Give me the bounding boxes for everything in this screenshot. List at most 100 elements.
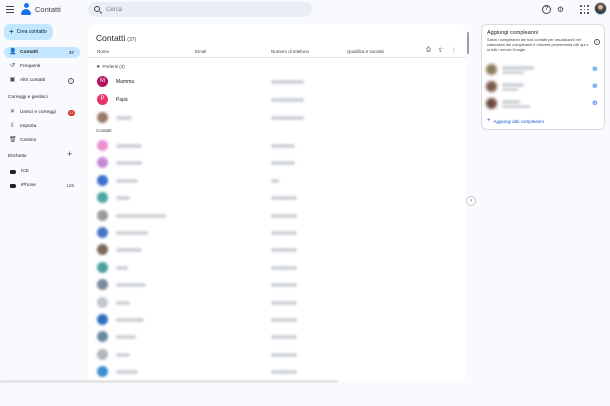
gear-icon[interactable]: ⚙ (556, 5, 565, 14)
table-row[interactable] (88, 109, 466, 126)
contact-name-blurred (116, 178, 138, 183)
contact-name-blurred (116, 335, 136, 340)
column-header-email[interactable]: Email (195, 49, 206, 54)
birthday-suggestion-row[interactable]: ⊕ (482, 80, 606, 94)
contact-phone-blurred (271, 80, 304, 84)
sidebar-item-frequent[interactable]: ↺ Frequenti (4, 61, 80, 72)
table-row[interactable] (88, 189, 466, 206)
add-more-birthdays-button[interactable]: + Aggiungi altri compleanni (487, 118, 544, 124)
avatar (97, 227, 108, 238)
table-row[interactable] (88, 259, 466, 276)
contact-phone-blurred (271, 178, 279, 183)
sidebar-item-trash[interactable]: 🗑 Cestino (4, 135, 80, 146)
table-row[interactable] (88, 346, 466, 363)
table-row[interactable] (88, 207, 466, 224)
sidebar-item-label-ice[interactable]: ICE (4, 166, 80, 177)
contact-name-blurred (116, 318, 144, 322)
column-header-name[interactable]: Nome (97, 49, 109, 54)
table-row[interactable] (88, 328, 466, 345)
add-birthday-icon[interactable]: ⊕ (592, 83, 598, 90)
contact-phone-blurred (271, 116, 304, 120)
sidebar-item-label: iPhone (21, 183, 36, 188)
contact-name-blurred (116, 248, 142, 253)
expand-panel-button[interactable]: › (466, 196, 476, 206)
search-input[interactable] (106, 3, 306, 16)
avatar (97, 157, 108, 169)
contact-phone-blurred (271, 144, 295, 148)
info-icon[interactable]: i (68, 77, 74, 84)
sidebar-item-label: Contatti (20, 50, 39, 55)
table-row[interactable] (88, 311, 466, 328)
main-menu-icon[interactable] (6, 6, 14, 13)
info-icon[interactable]: i (594, 39, 600, 45)
suggestion-name-blurred (502, 100, 520, 104)
trash-icon: 🗑 (9, 137, 17, 143)
merge-icon: ✕ (9, 109, 16, 115)
sidebar-item-contacts[interactable]: 👤 Contatti 37 (4, 47, 80, 58)
add-label-icon[interactable]: + (67, 150, 72, 159)
sidebar-item-label: Frequenti (20, 64, 41, 69)
labels-heading: Etichette (8, 154, 27, 159)
person-icon: 👤 (9, 49, 17, 55)
contact-name-blurred (116, 231, 148, 235)
sidebar-item-merge-fix[interactable]: ✕ Unisci e correggi 12 (4, 107, 80, 118)
contact-phone-blurred (271, 161, 295, 166)
add-birthday-icon[interactable]: ⊕ (592, 66, 598, 73)
contact-name-blurred (116, 265, 128, 270)
avatar (97, 174, 108, 186)
favorites-heading-text: Preferiti (3) (102, 64, 125, 69)
table-row[interactable] (88, 137, 466, 154)
avatar (97, 261, 108, 273)
search-icon[interactable] (94, 5, 100, 12)
help-icon[interactable]: ? (542, 5, 551, 14)
contact-phone-blurred (271, 231, 297, 235)
table-row[interactable] (88, 294, 466, 311)
sidebar-item-import[interactable]: ⇩ Importa (4, 121, 80, 132)
column-header-phone[interactable]: Numero di telefono (271, 49, 309, 54)
add-birthday-icon[interactable]: ⊕ (592, 100, 598, 107)
horizontal-scrollbar[interactable] (0, 380, 338, 383)
more-options-icon[interactable]: ⋮ (451, 47, 457, 54)
apps-grid-icon[interactable] (580, 5, 589, 14)
avatar: P (97, 94, 108, 105)
contact-phone-blurred (271, 213, 297, 218)
avatar (97, 296, 108, 308)
avatar (97, 366, 108, 378)
merge-badge: 12 (68, 109, 75, 116)
search-bar[interactable] (88, 2, 312, 17)
iphone-count: 125 (66, 183, 74, 188)
contact-phone-blurred (271, 318, 297, 322)
avatar (97, 192, 108, 204)
vertical-scrollbar[interactable] (467, 32, 469, 54)
birthday-suggestion-row[interactable]: ⊕ (482, 63, 606, 77)
sidebar-item-label: Unisci e correggi (20, 110, 56, 115)
avatar (97, 209, 108, 221)
sidebar-item-label-iphone[interactable]: iPhone 125 (4, 180, 80, 191)
column-header-job[interactable]: Qualifica e società (347, 49, 384, 54)
sidebar-item-label: ICE (21, 169, 29, 174)
avatar (97, 279, 108, 291)
sidebar-item-label: Cestino (20, 138, 37, 143)
page-title-text: Contatti (96, 33, 126, 43)
table-row[interactable] (88, 241, 466, 258)
export-icon[interactable]: ⇪ (438, 47, 443, 54)
table-row[interactable] (88, 276, 466, 293)
table-row[interactable]: P Papà (88, 91, 466, 108)
birthday-suggestion-row[interactable]: ⊕ (482, 97, 606, 111)
print-icon[interactable]: ⎙ (426, 47, 431, 54)
table-row[interactable]: M Mamma (88, 73, 466, 90)
header-divider (88, 57, 466, 58)
contact-phone-blurred (271, 370, 297, 375)
suggestion-detail-blurred (502, 71, 524, 74)
star-icon: ★ (96, 64, 101, 70)
avatar (97, 314, 108, 325)
contact-phone-blurred (271, 265, 297, 270)
table-row[interactable] (88, 172, 466, 189)
table-row[interactable] (88, 224, 466, 241)
contact-phone-blurred (271, 196, 297, 201)
sidebar-item-other-contacts[interactable]: ▣ Altri contatti i (4, 75, 80, 86)
create-contact-button[interactable]: + Crea contatto (4, 24, 53, 40)
table-row[interactable] (88, 154, 466, 171)
account-avatar[interactable] (594, 2, 607, 15)
table-row[interactable] (88, 363, 466, 380)
